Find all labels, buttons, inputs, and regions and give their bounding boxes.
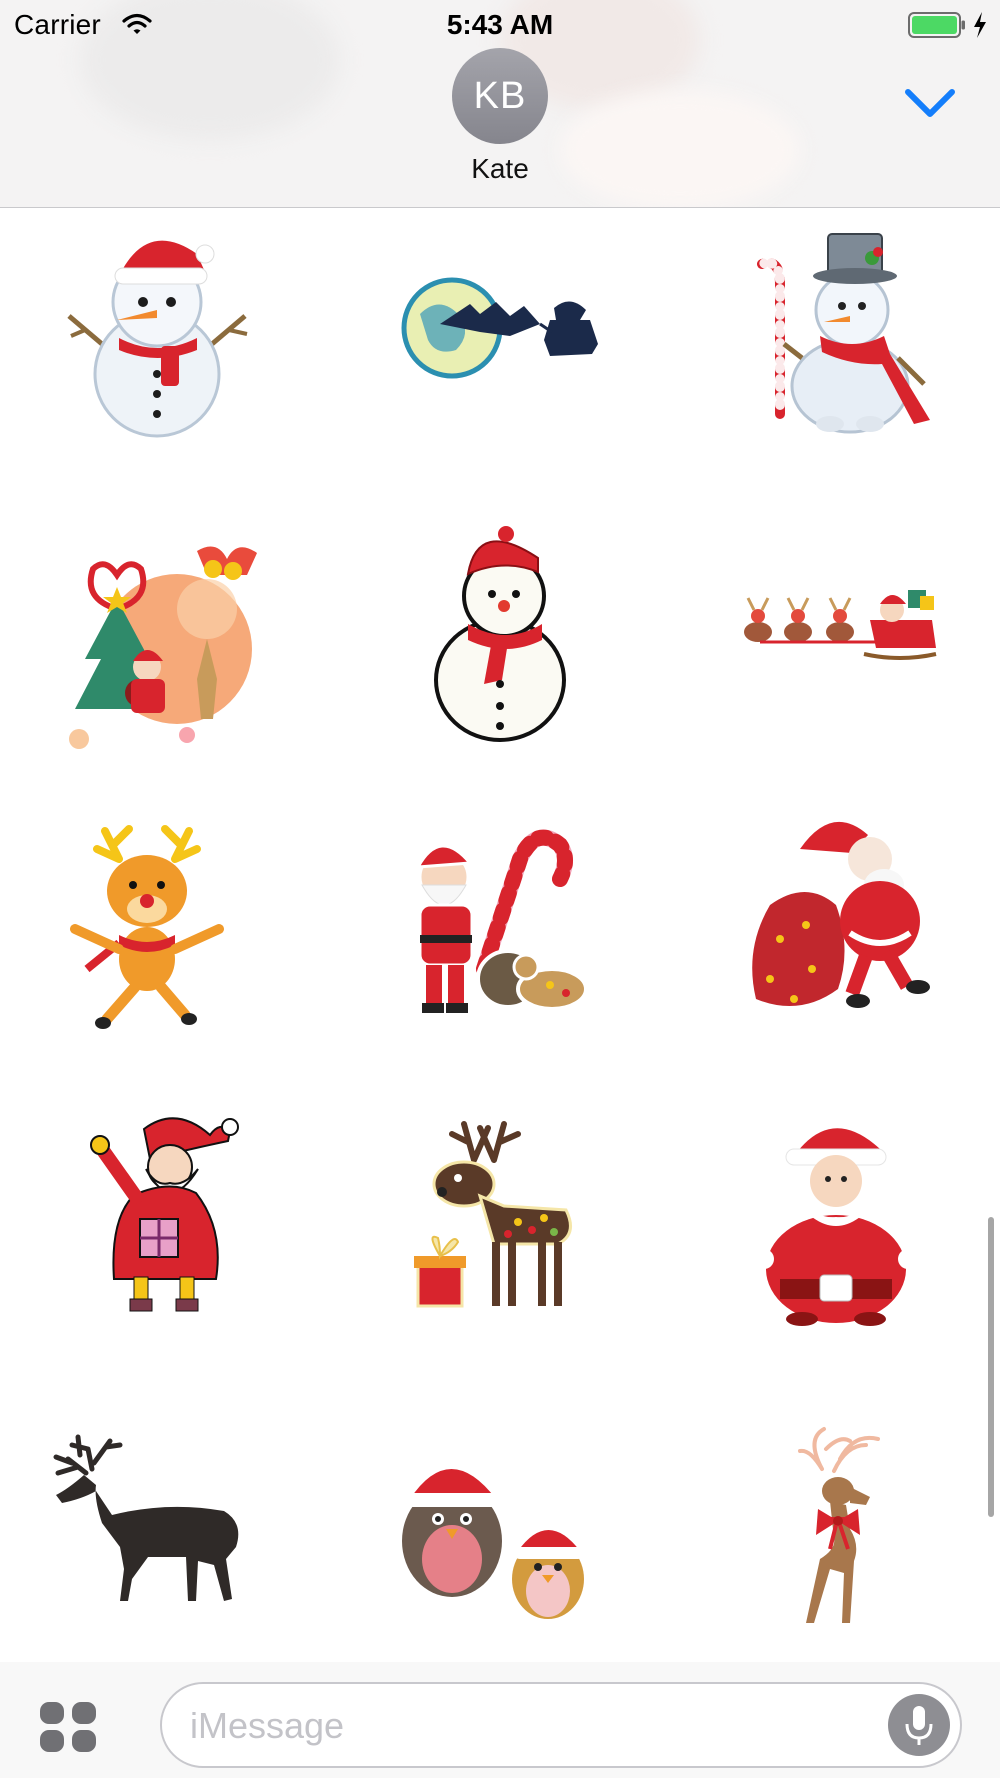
sticker-round-santa[interactable] [740,1109,940,1329]
sticker-santa-christmas-tree-reindeer[interactable] [57,529,257,749]
sticker-snowman-red-scarf-sketch[interactable] [428,524,628,744]
header-backdrop [560,90,800,207]
sticker-reindeer-silhouette[interactable] [48,1429,248,1649]
chevron-down-icon[interactable] [900,86,960,122]
sticker-snowman-red-hat[interactable] [57,224,257,444]
sticker-sleigh-moon-silhouette[interactable] [400,224,600,444]
status-bar: Carrier 5:43 AM [0,0,1000,50]
contact-avatar[interactable]: KB [452,48,548,144]
battery-icon [908,11,966,39]
app-drawer-icon[interactable] [38,1700,100,1754]
sticker-birds-in-santa-hats[interactable] [400,1429,600,1649]
sticker-reindeer-with-bow[interactable] [750,1409,950,1629]
contact-name[interactable]: Kate [0,153,1000,185]
message-field[interactable] [160,1682,962,1768]
sticker-grid [0,209,1000,1662]
sticker-santa-with-gift-sack[interactable] [740,809,940,1029]
microphone-icon[interactable] [888,1694,950,1756]
sticker-brown-reindeer-with-gift[interactable] [408,1114,608,1334]
message-input-bar [0,1662,1000,1778]
status-time: 5:43 AM [446,9,554,40]
sticker-dancing-reindeer[interactable] [57,819,257,1039]
sticker-snowman-top-hat-candy-cane[interactable] [740,224,940,444]
sticker-santa-candy-cane-sack[interactable] [400,819,600,1039]
charging-bolt-icon [972,11,988,39]
sticker-reindeer-pulling-sleigh[interactable] [740,524,940,744]
sticker-santa-waving-with-present[interactable] [80,1109,280,1329]
scroll-indicator[interactable] [988,1217,994,1517]
message-input[interactable] [190,1702,830,1750]
